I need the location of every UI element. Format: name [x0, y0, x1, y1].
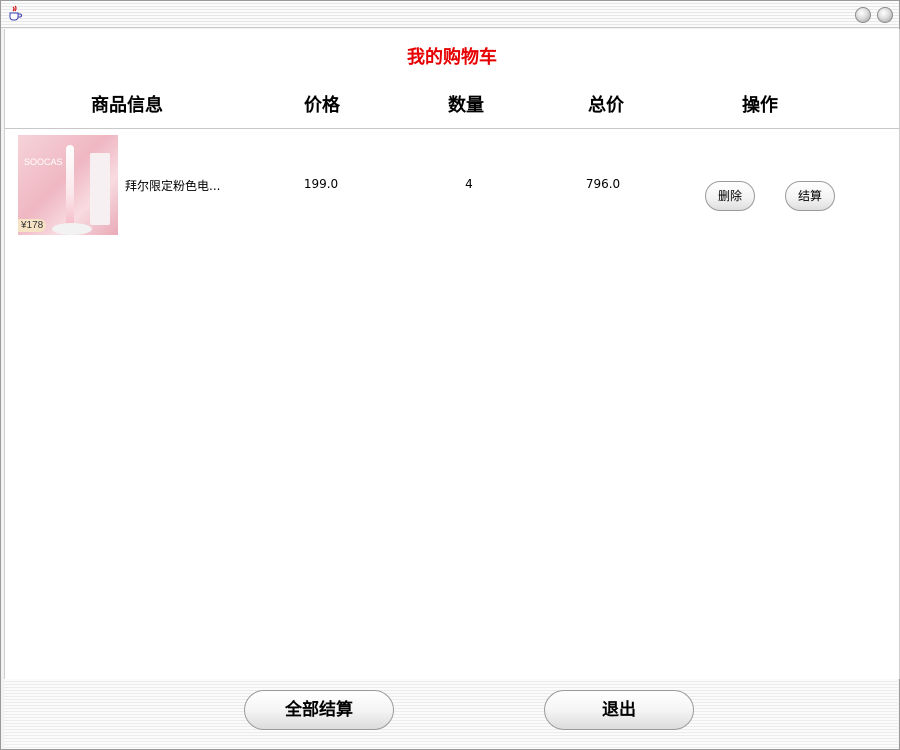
toothbrush-image: [66, 145, 74, 227]
settle-button[interactable]: 结算: [785, 181, 835, 211]
title-bar: [1, 1, 899, 28]
column-header-actions: 操作: [742, 95, 778, 116]
product-quantity: 4: [465, 177, 473, 191]
column-header-product-info: 商品信息: [91, 95, 163, 116]
page-title: 我的购物车: [407, 47, 497, 68]
header-divider: [5, 128, 899, 129]
thumbnail-box: [90, 153, 110, 225]
thumbnail-stand: [52, 223, 92, 235]
product-name: 拜尔限定粉色电...: [125, 179, 221, 193]
product-thumbnail: SOOCAS ¥178: [18, 135, 118, 235]
product-total: 796.0: [585, 177, 621, 191]
footer-bar: 全部结算 退出: [4, 679, 898, 749]
java-cup-icon: [9, 5, 22, 21]
settle-all-button[interactable]: 全部结算: [244, 690, 394, 730]
delete-button[interactable]: 删除: [705, 181, 755, 211]
cart-window: 我的购物车 商品信息 价格 数量 总价 操作 SOOCAS ¥178 拜尔限定粉…: [0, 0, 900, 750]
column-header-total: 总价: [588, 95, 624, 116]
product-price: 199.0: [303, 177, 339, 191]
thumbnail-brand-text: SOOCAS: [24, 157, 63, 167]
minimize-icon[interactable]: [855, 7, 871, 23]
close-icon[interactable]: [877, 7, 893, 23]
cart-row: SOOCAS ¥178 拜尔限定粉色电... 199.0 4 796.0 删除 …: [5, 135, 899, 235]
exit-button[interactable]: 退出: [544, 690, 694, 730]
thumbnail-price-tag: ¥178: [18, 219, 47, 232]
column-header-price: 价格: [304, 95, 340, 116]
cart-panel: 我的购物车 商品信息 价格 数量 总价 操作 SOOCAS ¥178 拜尔限定粉…: [4, 29, 900, 679]
column-header-quantity: 数量: [448, 95, 484, 116]
